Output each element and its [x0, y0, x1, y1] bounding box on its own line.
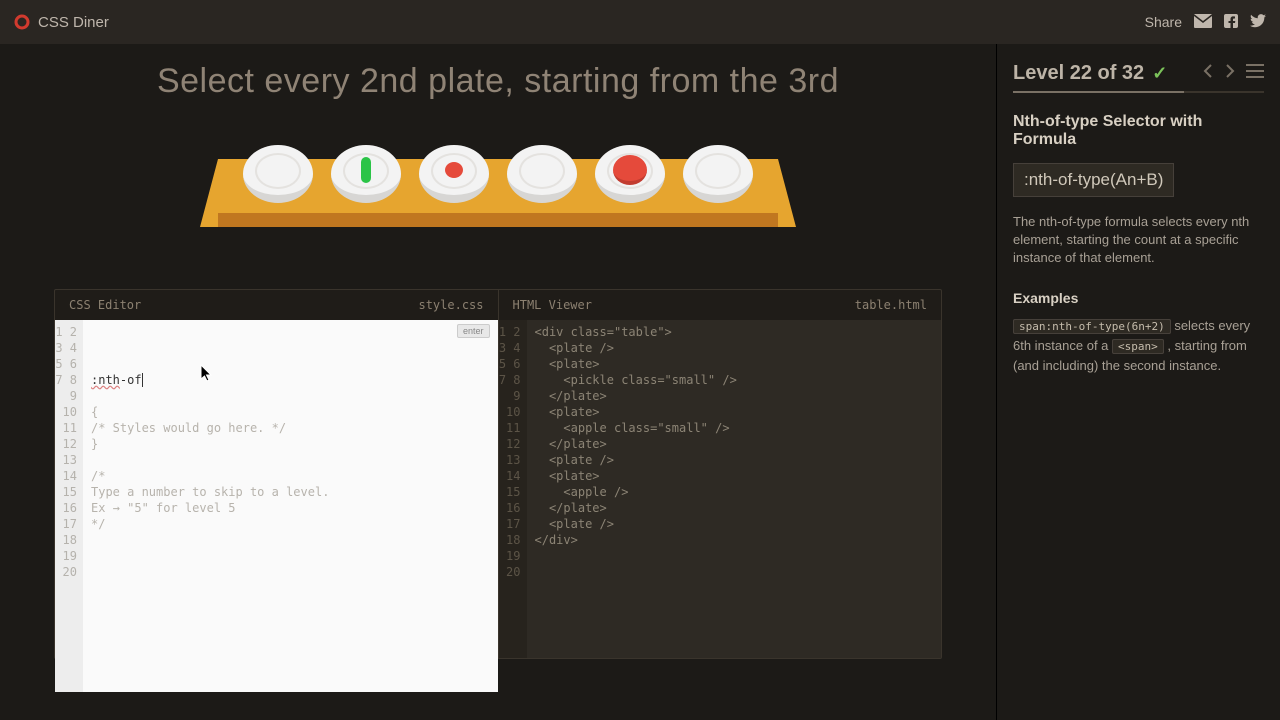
css-editor-body[interactable]: 1 2 3 4 5 6 7 8 9 10 11 12 13 14 15 16 1… — [55, 320, 498, 692]
prev-level-button[interactable] — [1202, 63, 1214, 84]
html-viewer-label: HTML Viewer — [513, 298, 592, 312]
enter-button[interactable]: enter — [457, 324, 490, 338]
plate-5[interactable] — [595, 145, 665, 203]
lesson-sidebar: Level 22 of 32 ✓ Nth-of-type Selector wi… — [996, 44, 1280, 720]
example-tag: <span> — [1112, 339, 1164, 354]
editor-panels: CSS Editor style.css 1 2 3 4 5 6 7 8 9 1… — [54, 289, 942, 659]
css-gutter: 1 2 3 4 5 6 7 8 9 10 11 12 13 14 15 16 1… — [55, 320, 83, 692]
brand-text: CSS Diner — [38, 14, 109, 31]
check-icon: ✓ — [1152, 63, 1167, 84]
lesson-title: Nth-of-type Selector with Formula — [1013, 113, 1264, 149]
examples-heading: Examples — [1013, 290, 1264, 306]
html-filename: table.html — [855, 298, 927, 312]
table-visual — [208, 131, 788, 261]
share-label: Share — [1145, 14, 1182, 30]
selector-syntax: :nth-of-type(An+B) — [1013, 163, 1174, 197]
apple-small-icon — [445, 162, 463, 178]
html-gutter: 1 2 3 4 5 6 7 8 9 10 11 12 13 14 15 16 1… — [499, 320, 527, 658]
example-text: span:nth-of-type(6n+2) selects every 6th… — [1013, 316, 1264, 376]
plate-2[interactable] — [331, 145, 401, 203]
html-viewer-pane: HTML Viewer table.html 1 2 3 4 5 6 7 8 9… — [498, 290, 942, 658]
level-indicator: Level 22 of 32 ✓ — [1013, 62, 1167, 85]
instruction-title: Select every 2nd plate, starting from th… — [157, 62, 839, 101]
plate-3[interactable] — [419, 145, 489, 203]
game-area: Select every 2nd plate, starting from th… — [0, 44, 996, 720]
next-level-button[interactable] — [1224, 63, 1236, 84]
html-viewer-body: 1 2 3 4 5 6 7 8 9 10 11 12 13 14 15 16 1… — [499, 320, 942, 658]
facebook-icon[interactable] — [1224, 14, 1238, 31]
html-code: <div class="table"> <plate /> <plate> <p… — [527, 320, 942, 658]
css-editor-pane: CSS Editor style.css 1 2 3 4 5 6 7 8 9 1… — [55, 290, 498, 658]
css-editor-label: CSS Editor — [69, 298, 141, 312]
plate-1[interactable] — [243, 145, 313, 203]
brand: CSS Diner — [14, 14, 109, 31]
css-code[interactable]: enter :nth-of {/* Styles would go here. … — [83, 320, 498, 692]
level-text: Level 22 of 32 — [1013, 62, 1144, 85]
level-progress — [1013, 91, 1264, 93]
share-area: Share — [1145, 14, 1266, 31]
css-filename: style.css — [418, 298, 483, 312]
topbar: CSS Diner Share — [0, 0, 1280, 44]
twitter-icon[interactable] — [1250, 14, 1266, 31]
lesson-description: The nth-of-type formula selects every nt… — [1013, 213, 1264, 268]
plate-4[interactable] — [507, 145, 577, 203]
example-code: span:nth-of-type(6n+2) — [1013, 319, 1171, 334]
menu-icon[interactable] — [1246, 64, 1264, 83]
apple-icon — [613, 155, 647, 185]
pickle-icon — [361, 157, 371, 183]
css-input[interactable]: :nth-of — [91, 372, 490, 388]
plate-6[interactable] — [683, 145, 753, 203]
logo-icon — [14, 14, 30, 30]
mail-icon[interactable] — [1194, 14, 1212, 31]
